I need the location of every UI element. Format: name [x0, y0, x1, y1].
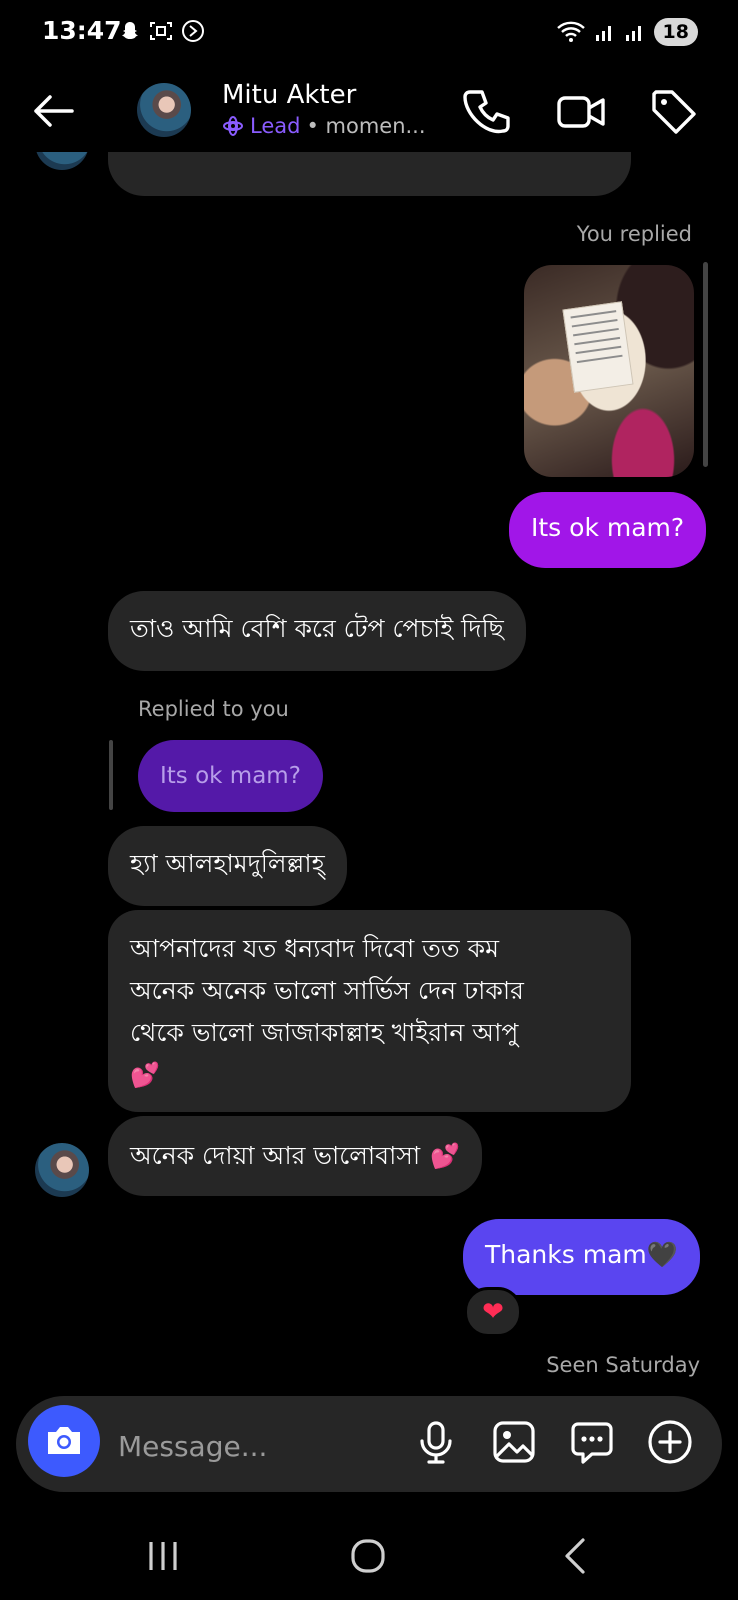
contact-name[interactable]: Mitu Akter: [222, 80, 356, 110]
camera-button[interactable]: [28, 1405, 100, 1477]
replied-to-you-label: Replied to you: [138, 697, 289, 721]
back-button[interactable]: [28, 86, 78, 136]
battery-indicator: 18: [653, 18, 698, 46]
recent-apps-icon: [149, 1542, 177, 1570]
camera-icon: [48, 1427, 80, 1454]
message-line: আপনাদের যত ধন্যবাদ দিবো তত কম: [130, 934, 499, 963]
microphone-icon: [420, 1421, 452, 1464]
message-reaction[interactable]: ❤: [464, 1287, 522, 1337]
signal-icon-sim2: [625, 26, 641, 41]
phone-icon: [463, 90, 510, 134]
more-options-button[interactable]: [646, 1418, 694, 1466]
gallery-button[interactable]: [490, 1418, 538, 1466]
nav-back-button[interactable]: [553, 1532, 601, 1580]
video-call-button[interactable]: [555, 86, 607, 138]
quoted-message[interactable]: Its ok mam?: [138, 740, 323, 812]
lead-label: Lead: [250, 114, 301, 138]
status-notification-icons: [118, 18, 206, 44]
audio-call-button[interactable]: [462, 86, 514, 138]
tag-icon: [652, 90, 696, 134]
message-bubble-incoming[interactable]: তাও আমি বেশি করে টেপ পেচাই দিছি: [108, 591, 526, 671]
message-line: অনেক অনেক ভালো সার্ভিস দেন ঢাকার: [130, 976, 524, 1005]
lead-label-icon: [223, 116, 243, 136]
plus-circle-icon: [648, 1420, 692, 1464]
message-bubble-outgoing[interactable]: Its ok mam?: [509, 492, 707, 568]
video-camera-icon: [557, 96, 605, 128]
sender-avatar[interactable]: [35, 1143, 89, 1197]
hearts-emoji: 💕: [430, 1142, 460, 1170]
heart-reaction-icon: ❤: [482, 1297, 504, 1327]
home-button[interactable]: [344, 1532, 392, 1580]
snapchat-icon: [122, 22, 138, 39]
scrollbar[interactable]: [703, 262, 708, 467]
wifi-icon: [556, 21, 585, 42]
message-line: থেকে ভালো জাজাকাল্লাহ খাইরান আপু: [130, 1018, 519, 1047]
contact-avatar[interactable]: [137, 83, 191, 137]
sender-avatar: [35, 152, 89, 170]
message-bubble-incoming-clipped[interactable]: [108, 152, 631, 196]
shared-photo[interactable]: [524, 265, 694, 477]
status-time: 13:47: [42, 16, 122, 45]
you-replied-label: You replied: [576, 222, 692, 246]
tag-button[interactable]: [648, 86, 700, 138]
hearts-emoji: 💕: [130, 1061, 160, 1089]
message-bubble-outgoing[interactable]: Thanks mam🖤: [463, 1219, 700, 1295]
message-bubble-incoming[interactable]: হ্যা আলহামদুলিল্লাহ্: [108, 826, 347, 906]
contact-subtitle[interactable]: Lead • momen...: [222, 114, 426, 138]
chevron-left-icon: [565, 1538, 585, 1574]
screenshot-icon: [150, 22, 172, 40]
activity-status: • momen...: [306, 114, 426, 138]
home-icon: [351, 1539, 385, 1573]
image-icon: [493, 1421, 535, 1463]
message-text: অনেক দোয়া আর ভালোবাসা: [130, 1141, 421, 1170]
message-bubble-incoming-long[interactable]: আপনাদের যত ধন্যবাদ দিবো তত কম অনেক অনেক …: [108, 910, 631, 1112]
voice-message-button[interactable]: [412, 1418, 460, 1466]
message-bubble-incoming[interactable]: অনেক দোয়া আর ভালোবাসা 💕: [108, 1116, 482, 1196]
clothing-label-image: [562, 301, 634, 393]
clipped-message-row: [0, 152, 738, 198]
chat-bubble-dots-icon: [571, 1422, 613, 1464]
sticker-button[interactable]: [568, 1418, 616, 1466]
signal-icon-sim1: [595, 26, 611, 41]
recent-apps-button[interactable]: [139, 1532, 187, 1580]
status-system-icons: 18: [556, 18, 698, 46]
quote-bar: [109, 740, 113, 810]
message-input[interactable]: [116, 1420, 390, 1472]
seen-status: Seen Saturday: [546, 1353, 700, 1377]
arrow-left-icon: [34, 95, 74, 127]
sync-icon: [182, 20, 204, 42]
